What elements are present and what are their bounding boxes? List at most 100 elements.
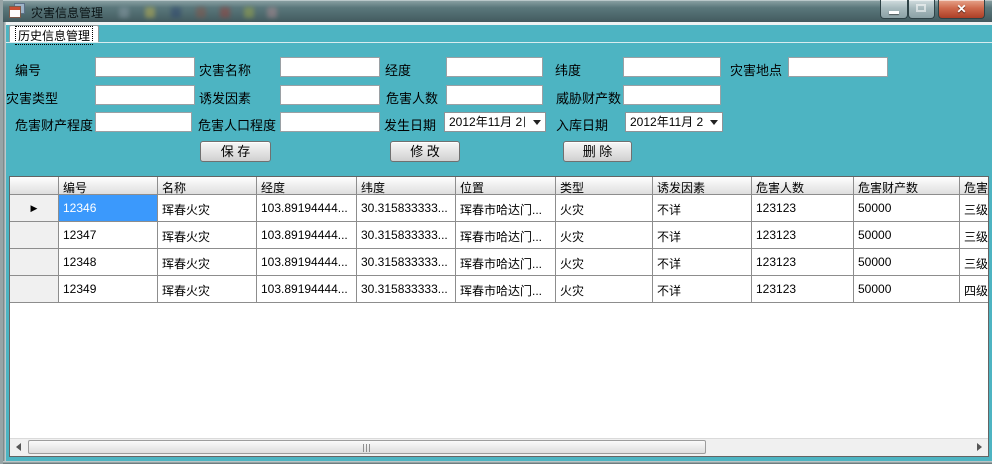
grid-cell[interactable]: 火灾: [556, 276, 653, 303]
grid-select-all-header[interactable]: [10, 177, 59, 195]
scroll-right-button[interactable]: [971, 439, 988, 455]
longitude-input[interactable]: [446, 57, 543, 77]
scroll-thumb[interactable]: [28, 440, 706, 454]
grid-cell[interactable]: 火灾: [556, 195, 653, 222]
grid-cell[interactable]: 不详: [653, 276, 752, 303]
grid-cell[interactable]: 103.89194444...: [257, 195, 357, 222]
grid-cell[interactable]: 珲春火灾: [158, 276, 257, 303]
maximize-button[interactable]: [908, 0, 935, 19]
grid-cell[interactable]: 珲春市哈达门...: [456, 195, 556, 222]
chevron-down-icon: [533, 120, 541, 125]
grid-cell[interactable]: 30.315833333...: [357, 222, 456, 249]
grid-cell[interactable]: 珲春火灾: [158, 249, 257, 276]
titlebar-ghost-icon: [267, 7, 277, 18]
save-button[interactable]: 保 存: [200, 141, 271, 162]
titlebar[interactable]: 灾害信息管理 ✕: [3, 0, 992, 23]
population-damage-level-input[interactable]: [280, 112, 380, 132]
titlebar-ghost-icon: [220, 7, 230, 18]
trigger-factor-input[interactable]: [280, 85, 380, 105]
grid-cell[interactable]: 火灾: [556, 222, 653, 249]
titlebar-ghost-icon: [171, 7, 181, 18]
grid-column-header[interactable]: 编号: [59, 177, 158, 195]
grid-column-header[interactable]: 危害人数: [752, 177, 854, 195]
grid-cell[interactable]: 不详: [653, 195, 752, 222]
disaster-data-grid: 编号名称经度纬度位置类型诱发因素危害人数危害财产数危害财产程度 ▶12346珲春…: [9, 176, 989, 457]
grid-cell[interactable]: 珲春火灾: [158, 222, 257, 249]
label-property-damage-level: 危害财产程度: [15, 115, 93, 134]
grid-cell[interactable]: 50000: [854, 222, 960, 249]
grid-cell[interactable]: 123123: [752, 222, 854, 249]
close-icon: ✕: [939, 2, 984, 16]
grid-cell[interactable]: 珲春市哈达门...: [456, 276, 556, 303]
maximize-icon: [916, 4, 926, 12]
grid-cell[interactable]: 50000: [854, 195, 960, 222]
grid-cell[interactable]: 103.89194444...: [257, 276, 357, 303]
disaster-name-input[interactable]: [280, 57, 380, 77]
grid-column-header[interactable]: 经度: [257, 177, 357, 195]
grid-cell[interactable]: 不详: [653, 222, 752, 249]
grid-row-header[interactable]: [10, 222, 59, 249]
grid-column-header[interactable]: 危害财产数: [854, 177, 960, 195]
scroll-left-button[interactable]: [10, 439, 27, 455]
grid-cell[interactable]: 不详: [653, 249, 752, 276]
grid-cell[interactable]: 四级: [960, 276, 989, 303]
entry-date-dropdown[interactable]: [705, 113, 722, 131]
triangle-left-icon: [16, 443, 21, 451]
modify-button[interactable]: 修 改: [390, 141, 460, 162]
grid-cell[interactable]: 12347: [59, 222, 158, 249]
latitude-input[interactable]: [623, 57, 721, 77]
label-affected-people: 危害人数: [386, 88, 438, 107]
location-input[interactable]: [788, 57, 888, 77]
grid-cell[interactable]: 30.315833333...: [357, 249, 456, 276]
property-damage-level-input[interactable]: [95, 112, 192, 132]
h-scrollbar[interactable]: [10, 438, 988, 456]
grid-row-header[interactable]: [10, 249, 59, 276]
chevron-down-icon: [710, 120, 718, 125]
occur-date-picker[interactable]: 2012年11月 2日: [444, 112, 546, 132]
minimize-button[interactable]: [880, 0, 908, 19]
tab-history-info[interactable]: 历史信息管理: [9, 25, 99, 42]
grid-cell[interactable]: 30.315833333...: [357, 276, 456, 303]
grid-cell[interactable]: 30.315833333...: [357, 195, 456, 222]
grid-cell[interactable]: 123123: [752, 249, 854, 276]
label-occur-date: 发生日期: [384, 115, 436, 134]
grid-column-header[interactable]: 纬度: [357, 177, 456, 195]
occur-date-dropdown[interactable]: [528, 113, 545, 131]
grid-cell[interactable]: 50000: [854, 249, 960, 276]
affected-people-input[interactable]: [446, 85, 543, 105]
label-threatened-property: 威胁财产数: [556, 88, 621, 107]
grid-cell[interactable]: 123123: [752, 276, 854, 303]
grid-cell[interactable]: 103.89194444...: [257, 249, 357, 276]
disaster-type-input[interactable]: [95, 85, 195, 105]
grid-cell[interactable]: 50000: [854, 276, 960, 303]
threatened-property-input[interactable]: [623, 85, 721, 105]
grid-cell[interactable]: 三级: [960, 222, 989, 249]
grid-cell[interactable]: 123123: [752, 195, 854, 222]
grid-cell[interactable]: 12348: [59, 249, 158, 276]
id-input[interactable]: [95, 57, 195, 77]
grid-cell[interactable]: 103.89194444...: [257, 222, 357, 249]
grid-cell[interactable]: 12346: [59, 195, 158, 222]
grid-cell[interactable]: 三级: [960, 195, 989, 222]
label-trigger-factor: 诱发因素: [199, 88, 251, 107]
scroll-grip-icon: [363, 444, 371, 452]
grid-column-header[interactable]: 名称: [158, 177, 257, 195]
close-button[interactable]: ✕: [938, 0, 985, 19]
minimize-icon: [889, 11, 899, 14]
grid-column-header[interactable]: 危害财产程度: [960, 177, 989, 195]
grid-cell[interactable]: 12349: [59, 276, 158, 303]
grid-cell[interactable]: 珲春市哈达门...: [456, 222, 556, 249]
grid-column-header[interactable]: 诱发因素: [653, 177, 752, 195]
table-row: ▶ 12346珲春火灾103.89194444...30.315833333...…: [10, 195, 988, 222]
current-row-arrow-icon: ▶: [31, 203, 38, 214]
entry-date-picker[interactable]: 2012年11月 2日: [625, 112, 723, 132]
grid-cell[interactable]: 珲春火灾: [158, 195, 257, 222]
grid-cell[interactable]: 火灾: [556, 249, 653, 276]
grid-row-header[interactable]: ▶: [10, 195, 59, 222]
grid-column-header[interactable]: 类型: [556, 177, 653, 195]
grid-cell[interactable]: 珲春市哈达门...: [456, 249, 556, 276]
delete-button[interactable]: 删 除: [563, 141, 632, 162]
grid-column-header[interactable]: 位置: [456, 177, 556, 195]
grid-row-header[interactable]: [10, 276, 59, 303]
grid-cell[interactable]: 三级: [960, 249, 989, 276]
